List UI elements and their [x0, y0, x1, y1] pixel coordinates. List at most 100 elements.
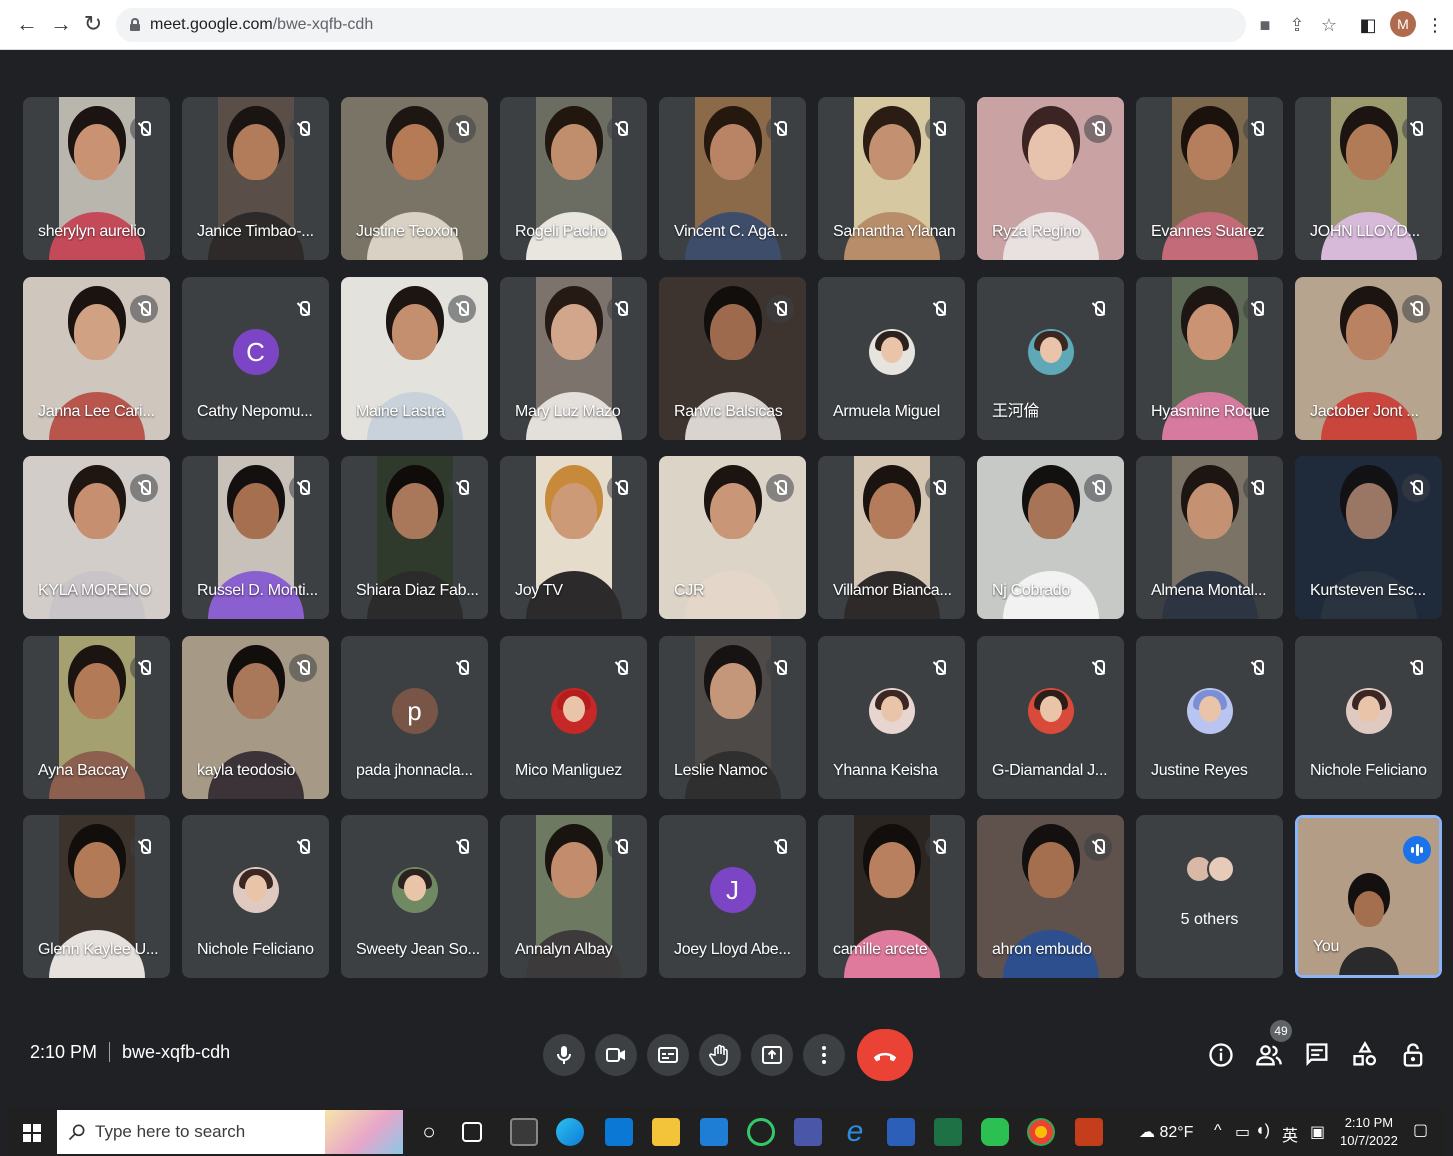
participant-face [550, 483, 597, 540]
participant-tile[interactable]: Ryza Regino [977, 97, 1124, 260]
taskbar-clock[interactable]: 2:10 PM 10/7/2022 [1340, 1114, 1398, 1150]
participant-tile[interactable]: ahron embudo [977, 815, 1124, 978]
participant-tile[interactable]: Glenn Kaylee U... [23, 815, 170, 978]
participant-tile[interactable]: Mico Manliguez [500, 636, 647, 799]
reload-icon[interactable]: ↻ [80, 10, 106, 38]
terminal-app-icon[interactable] [510, 1118, 538, 1146]
captions-button[interactable] [647, 1034, 689, 1076]
bookmark-star-icon[interactable]: ☆ [1316, 12, 1342, 38]
participant-tile[interactable]: Russel D. Monti... [182, 456, 329, 619]
self-view-tile[interactable]: You [1295, 815, 1442, 978]
refresh-app-icon[interactable] [747, 1118, 775, 1146]
participant-tile[interactable]: JOHN LLOYD... [1295, 97, 1442, 260]
host-controls-button[interactable] [1399, 1041, 1427, 1069]
meeting-info-button[interactable] [1207, 1041, 1235, 1069]
others-avatar [1206, 855, 1235, 883]
chrome-app-icon[interactable] [1027, 1118, 1055, 1146]
network-icon[interactable]: ▭ [1235, 1122, 1250, 1142]
participant-tile[interactable]: Yhanna Keisha [818, 636, 965, 799]
participant-tile[interactable]: Almena Montal... [1136, 456, 1283, 619]
activities-button[interactable] [1351, 1040, 1379, 1069]
address-bar[interactable]: meet.google.com/bwe-xqfb-cdh [116, 8, 1246, 42]
participant-tile[interactable]: Ranvic Balsicas [659, 277, 806, 440]
edge-app-icon[interactable] [556, 1118, 584, 1146]
side-panel-icon[interactable]: ◧ [1355, 12, 1381, 38]
participant-tile[interactable]: Sweety Jean So... [341, 815, 488, 978]
microphone-button[interactable] [543, 1034, 585, 1076]
participant-tile[interactable]: Janna Lee Cari... [23, 277, 170, 440]
mic-off-icon [1084, 474, 1112, 502]
participant-tile[interactable]: p pada jhonnacla... [341, 636, 488, 799]
word-app-icon[interactable] [887, 1118, 915, 1146]
ime-indicator[interactable]: 英 [1282, 1122, 1298, 1146]
notifications-icon[interactable]: ▢ [1413, 1120, 1428, 1140]
menu-dots-icon[interactable]: ⋮ [1422, 12, 1448, 38]
weather-widget[interactable]: ☁ 82°F [1139, 1122, 1193, 1142]
chat-button[interactable] [1303, 1041, 1331, 1069]
participant-tile[interactable]: Shiara Diaz Fab... [341, 456, 488, 619]
participant-tile[interactable]: Armuela Miguel [818, 277, 965, 440]
taskbar-search-box[interactable]: Type here to search [57, 1110, 403, 1154]
participant-tile[interactable]: 王河倫 [977, 277, 1124, 440]
participant-tile[interactable]: Evannes Suarez [1136, 97, 1283, 260]
file-explorer-app-icon[interactable] [652, 1118, 680, 1146]
participant-tile[interactable]: Mary Luz Mazo [500, 277, 647, 440]
excel-app-icon[interactable] [934, 1118, 962, 1146]
participant-tile[interactable]: Nichole Feliciano [1295, 636, 1442, 799]
participant-tile[interactable]: Justine Reyes [1136, 636, 1283, 799]
participant-tile[interactable]: Justine Teoxon [341, 97, 488, 260]
mail-app-icon[interactable] [700, 1118, 728, 1146]
participant-tile[interactable]: C Cathy Nepomu... [182, 277, 329, 440]
store-app-icon[interactable] [605, 1118, 633, 1146]
participant-tile[interactable]: G-Diamandal J... [977, 636, 1124, 799]
camera-button[interactable] [595, 1034, 637, 1076]
ime-mode-icon[interactable]: ▣ [1310, 1122, 1325, 1142]
participant-tile[interactable]: Kurtsteven Esc... [1295, 456, 1442, 619]
participant-tile[interactable]: Jactober Jont ... [1295, 277, 1442, 440]
raise-hand-button[interactable] [699, 1034, 741, 1076]
speaking-indicator-icon [1403, 836, 1431, 864]
participant-tile[interactable]: Leslie Namoc [659, 636, 806, 799]
back-icon[interactable]: ← [14, 10, 40, 38]
windows-start-icon[interactable] [23, 1124, 41, 1142]
participant-tile[interactable]: Samantha Ylanan [818, 97, 965, 260]
participant-tile[interactable]: Maine Lastra [341, 277, 488, 440]
participant-tile[interactable]: Ayna Baccay [23, 636, 170, 799]
leave-call-button[interactable] [857, 1029, 913, 1081]
participant-tile[interactable]: Janice Timbao-... [182, 97, 329, 260]
visual-studio-app-icon[interactable] [794, 1118, 822, 1146]
more-options-button[interactable] [803, 1034, 845, 1076]
participant-tile[interactable]: kayla teodosio [182, 636, 329, 799]
participant-tile[interactable]: CJR [659, 456, 806, 619]
profile-avatar[interactable]: M [1390, 11, 1416, 37]
participant-tile[interactable]: KYLA MORENO [23, 456, 170, 619]
mic-off-icon [289, 474, 317, 502]
participant-tile[interactable]: 5 others [1136, 815, 1283, 978]
task-view-icon[interactable] [462, 1122, 482, 1142]
participant-tile[interactable]: J Joey Lloyd Abe... [659, 815, 806, 978]
internet-explorer-app-icon[interactable]: e [841, 1117, 869, 1147]
participant-tile[interactable]: Annalyn Albay [500, 815, 647, 978]
people-button[interactable] [1255, 1041, 1283, 1069]
participant-tile[interactable]: Vincent C. Aga... [659, 97, 806, 260]
powerpoint-app-icon[interactable] [1075, 1118, 1103, 1146]
present-button[interactable] [751, 1034, 793, 1076]
participant-tile[interactable]: Nj Cobrado [977, 456, 1124, 619]
camera-in-use-icon[interactable]: ■ [1252, 12, 1278, 38]
share-icon[interactable]: ⇪ [1284, 12, 1310, 38]
participant-tile[interactable]: Hyasmine Roque [1136, 277, 1283, 440]
cortana-icon[interactable]: ○ [415, 1118, 443, 1146]
participant-name: Armuela Miguel [833, 403, 940, 420]
participant-tile[interactable]: sherylyn aurelio [23, 97, 170, 260]
volume-icon[interactable]: ◖) [1255, 1122, 1270, 1140]
forward-icon[interactable]: → [48, 10, 74, 38]
participant-tile[interactable]: Nichole Feliciano [182, 815, 329, 978]
participant-tile[interactable]: camille arcete [818, 815, 965, 978]
participant-tile[interactable]: Joy TV [500, 456, 647, 619]
tray-chevron-icon[interactable]: ^ [1214, 1122, 1222, 1140]
participant-name: Justine Teoxon [356, 223, 459, 240]
participant-name: Janna Lee Cari... [38, 403, 155, 420]
line-app-icon[interactable] [981, 1118, 1009, 1146]
participant-tile[interactable]: Rogeli Pacho [500, 97, 647, 260]
participant-tile[interactable]: Villamor Bianca... [818, 456, 965, 619]
